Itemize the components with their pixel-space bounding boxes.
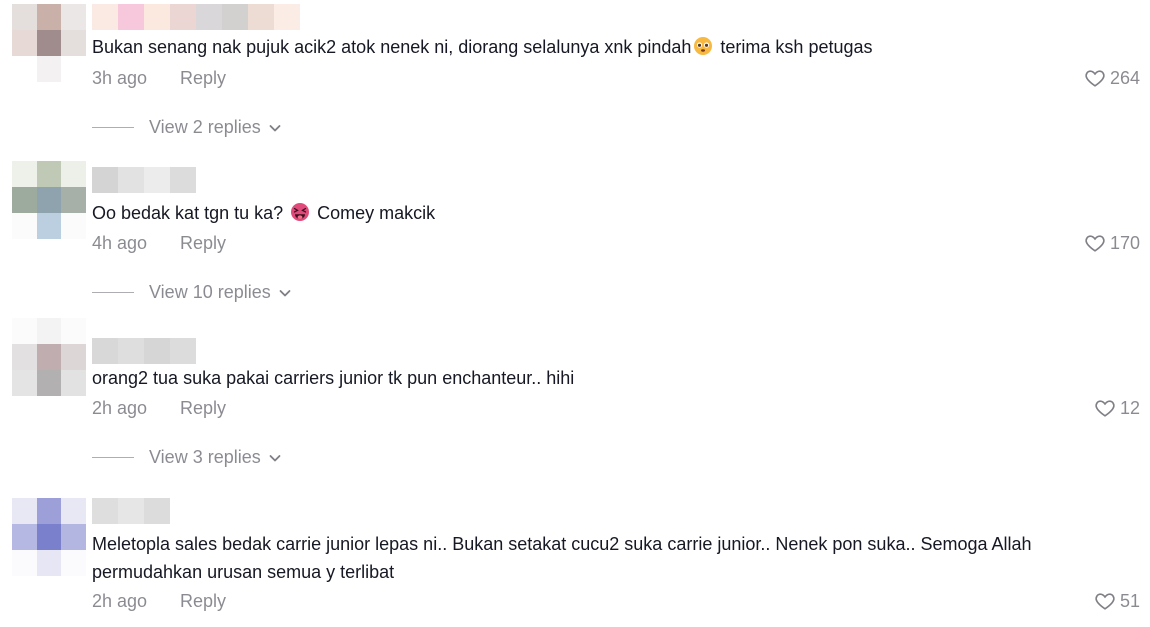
avatar[interactable] <box>12 4 86 82</box>
heart-icon <box>1085 235 1105 252</box>
avatar[interactable] <box>12 161 86 239</box>
reply-button[interactable]: Reply <box>180 591 226 612</box>
like-button[interactable]: 264 <box>1084 67 1140 89</box>
view-replies-label: View 10 replies <box>149 282 271 302</box>
reply-button[interactable]: Reply <box>180 68 226 89</box>
like-count: 170 <box>1109 232 1140 253</box>
comment-time: 2h ago <box>92 398 148 418</box>
comment-time: 4h ago <box>92 233 148 253</box>
chevron-down-icon <box>279 289 291 296</box>
chevron-down-icon <box>269 454 281 461</box>
comment-text: Oo bedak kat tgn tu ka? Comey makcik <box>92 199 1092 227</box>
squinting-tongue-icon <box>291 203 310 221</box>
view-replies-label: View 2 replies <box>149 117 261 137</box>
replies-divider <box>92 127 134 128</box>
like-button[interactable]: 12 <box>1094 397 1140 419</box>
comment-meta: 2h ago Reply <box>92 591 226 612</box>
comment-meta: 4h ago Reply <box>92 233 226 254</box>
comment-text-part: terima ksh petugas <box>715 37 873 57</box>
username-blurred[interactable] <box>92 338 196 364</box>
username-blurred[interactable] <box>92 498 170 524</box>
comment-text-part: Comey makcik <box>312 203 436 223</box>
comment-text: Bukan senang nak pujuk acik2 atok nenek … <box>92 33 1092 61</box>
username-blurred[interactable] <box>92 4 300 30</box>
pleading-face-icon <box>694 37 713 55</box>
avatar[interactable] <box>12 318 86 396</box>
chevron-down-icon <box>269 124 281 131</box>
like-button[interactable]: 51 <box>1094 590 1140 612</box>
reply-button[interactable]: Reply <box>180 398 226 419</box>
avatar[interactable] <box>12 498 86 576</box>
view-replies-button[interactable]: View 2 replies <box>92 117 283 138</box>
comment-meta: 2h ago Reply <box>92 398 226 419</box>
comment-meta: 3h ago Reply <box>92 68 226 89</box>
reply-button[interactable]: Reply <box>180 233 226 254</box>
heart-icon <box>1085 70 1105 87</box>
like-count: 264 <box>1109 67 1140 88</box>
username-blurred[interactable] <box>92 167 196 193</box>
heart-icon <box>1095 593 1115 610</box>
like-button[interactable]: 170 <box>1084 232 1140 254</box>
replies-divider <box>92 292 134 293</box>
view-replies-label: View 3 replies <box>149 447 261 467</box>
like-count: 51 <box>1119 590 1140 611</box>
view-replies-button[interactable]: View 10 replies <box>92 282 293 303</box>
comment-time: 2h ago <box>92 591 148 611</box>
view-replies-button[interactable]: View 3 replies <box>92 447 283 468</box>
comment-text-part: Bukan senang nak pujuk acik2 atok nenek … <box>92 37 692 57</box>
comment-text: orang2 tua suka pakai carriers junior tk… <box>92 368 575 388</box>
comment-time: 3h ago <box>92 68 148 88</box>
comment-text-part: Oo bedak kat tgn tu ka? <box>92 203 289 223</box>
comment-text: Meletopla sales bedak carrie junior lepa… <box>92 534 1032 582</box>
replies-divider <box>92 457 134 458</box>
like-count: 12 <box>1119 397 1140 418</box>
heart-icon <box>1095 400 1115 417</box>
